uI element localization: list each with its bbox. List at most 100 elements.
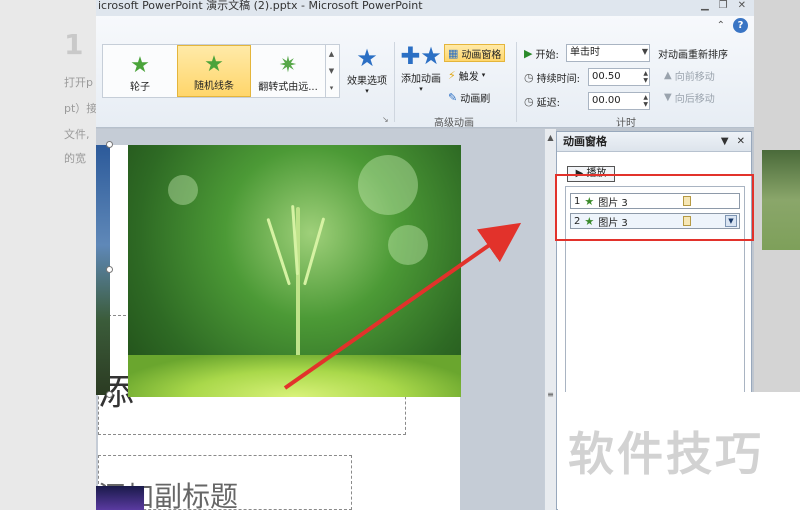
- pane-menu-icon[interactable]: ▼: [721, 132, 729, 152]
- bokeh-light: [358, 155, 418, 215]
- seedling-stem: [296, 207, 300, 357]
- background-right-panel: [754, 0, 800, 392]
- duration-value: 00.50: [592, 71, 621, 82]
- add-animation-label: 添加动画: [401, 74, 441, 85]
- gallery-item-label: 轮子: [130, 82, 150, 93]
- slide-canvas: 添 添加副标题: [96, 129, 551, 510]
- chevron-down-icon: ▾: [365, 87, 369, 95]
- star-burst-icon: ✷: [278, 53, 298, 78]
- gallery-item-flip-in[interactable]: ✷ 翻转式由远...: [251, 45, 325, 97]
- start-select[interactable]: 单击时 ▼: [566, 44, 650, 62]
- gallery-item-wheel[interactable]: ★ 轮子: [103, 45, 177, 97]
- collapse-ribbon-icon[interactable]: ⌃: [717, 20, 725, 31]
- watermark-text: 软件技巧: [568, 427, 764, 481]
- trigger-button[interactable]: ⚡ 触发 ▾: [448, 66, 485, 84]
- advanced-animation-group-label: 高级动画: [434, 118, 474, 129]
- scroll-up-icon[interactable]: ▲: [545, 133, 556, 142]
- duration-stepper[interactable]: 00.50 ▲ ▼: [588, 68, 650, 86]
- spinner-icon[interactable]: ▲ ▼: [643, 70, 648, 84]
- scroll-thumb-icon[interactable]: ≡: [545, 390, 556, 399]
- bokeh-light: [388, 225, 428, 265]
- window-title: icrosoft PowerPoint 演示文稿 (2).pptx - Micr…: [98, 0, 423, 12]
- start-label-text: 开始:: [535, 49, 559, 61]
- gallery-item-label: 翻转式由远...: [258, 82, 318, 93]
- ribbon-separator: [394, 42, 395, 122]
- chevron-down-icon[interactable]: ▼: [642, 48, 648, 56]
- dialog-launcher-icon[interactable]: ↘: [382, 115, 389, 124]
- brush-icon: ✎: [448, 90, 458, 104]
- animation-pane-title: 动画窗格: [563, 135, 607, 148]
- start-value: 单击时: [570, 47, 600, 58]
- start-label: ▶ 开始:: [524, 44, 559, 62]
- star-icon: ★: [130, 53, 150, 78]
- bokeh-light: [168, 175, 198, 205]
- watermark-area: 软件技巧: [558, 392, 800, 510]
- spinner-icon[interactable]: ▲ ▼: [643, 94, 648, 108]
- seedling-picture[interactable]: [128, 145, 461, 397]
- resize-handle[interactable]: [106, 141, 113, 148]
- background-text-line: 打开p: [64, 76, 93, 89]
- move-later-label: 向后移动: [674, 93, 715, 105]
- delay-value: 00.00: [592, 95, 621, 106]
- ribbon: ⌃ ? ★ 轮子 ★ 随机线条 ✷ 翻转式由远... ▲ ▼ ▾ ★ 效果选项 …: [96, 16, 754, 129]
- animation-pane-header: 动画窗格 ▼ ✕: [557, 132, 751, 152]
- title-bar: icrosoft PowerPoint 演示文稿 (2).pptx - Micr…: [96, 0, 754, 16]
- duration-label-text: 持续时间:: [536, 73, 580, 85]
- trigger-label: 触发: [458, 71, 479, 83]
- background-text-line: 的宽: [64, 152, 86, 165]
- effect-options-label: 效果选项: [347, 76, 387, 87]
- star-icon: ★: [204, 52, 224, 77]
- chevron-down-icon: ▾: [419, 85, 423, 93]
- background-photo: [762, 150, 800, 250]
- annotation-highlight-box: [555, 174, 754, 241]
- chevron-up-icon[interactable]: ▲: [329, 50, 334, 58]
- resize-handle[interactable]: [106, 266, 113, 273]
- background-text-line: pt）接: [64, 102, 98, 115]
- clock-icon: ◷: [524, 94, 534, 108]
- animation-painter-label: 动画刷: [460, 93, 491, 105]
- animation-pane-label: 动画窗格: [461, 49, 502, 61]
- play-icon: ▶: [524, 46, 533, 60]
- background-step-number: 1: [64, 28, 84, 61]
- window-controls: ▁ ❐ ✕: [701, 0, 746, 11]
- gallery-item-random-bars[interactable]: ★ 随机线条: [177, 45, 251, 97]
- minimize-icon[interactable]: ▁: [701, 0, 709, 11]
- pane-icon: ▦: [448, 46, 459, 60]
- animation-painter-button[interactable]: ✎ 动画刷: [448, 88, 490, 106]
- restore-icon[interactable]: ❐: [719, 0, 728, 11]
- animation-pane-button[interactable]: ▦ 动画窗格: [444, 44, 506, 62]
- move-earlier-button[interactable]: ▲ 向前移动: [664, 66, 715, 84]
- help-icon[interactable]: ?: [733, 18, 748, 33]
- ribbon-separator: [516, 42, 517, 122]
- chevron-down-icon: ▾: [481, 71, 486, 79]
- background-text-line: 文件,: [64, 128, 90, 141]
- moss-ground: [128, 355, 461, 397]
- move-earlier-label: 向前移动: [674, 71, 715, 83]
- delay-label: ◷ 延迟:: [524, 92, 560, 110]
- delay-label-text: 延迟:: [536, 97, 560, 109]
- add-animation-button[interactable]: ✚★ 添加动画 ▾: [398, 42, 444, 93]
- triangle-up-icon: ▲: [664, 69, 672, 81]
- duration-label: ◷ 持续时间:: [524, 68, 580, 86]
- triangle-down-icon: ▼: [664, 91, 672, 103]
- star-plus-icon: ✚★: [400, 42, 442, 70]
- gallery-item-label: 随机线条: [194, 81, 234, 92]
- move-later-button[interactable]: ▼ 向后移动: [664, 88, 715, 106]
- resize-handle[interactable]: [106, 391, 113, 398]
- close-icon[interactable]: ✕: [737, 132, 745, 152]
- timing-group-label: 计时: [616, 118, 636, 129]
- chevron-down-icon[interactable]: ▼: [329, 67, 334, 75]
- seedling-leaf: [266, 217, 291, 286]
- more-icon[interactable]: ▾: [330, 84, 334, 92]
- close-icon[interactable]: ✕: [738, 0, 746, 11]
- animation-gallery: ★ 轮子 ★ 随机线条 ✷ 翻转式由远... ▲ ▼ ▾: [102, 44, 340, 98]
- lightning-icon: ⚡: [448, 68, 456, 82]
- ribbon-help: ⌃ ?: [717, 18, 748, 33]
- star-icon: ★: [356, 44, 378, 72]
- clock-icon: ◷: [524, 70, 534, 84]
- reorder-title: 对动画重新排序: [658, 49, 728, 61]
- effect-options-button[interactable]: ★ 效果选项 ▾: [344, 44, 390, 95]
- delay-stepper[interactable]: 00.00 ▲ ▼: [588, 92, 650, 110]
- gallery-scroll[interactable]: ▲ ▼ ▾: [325, 45, 337, 97]
- seedling-leaf: [303, 217, 326, 286]
